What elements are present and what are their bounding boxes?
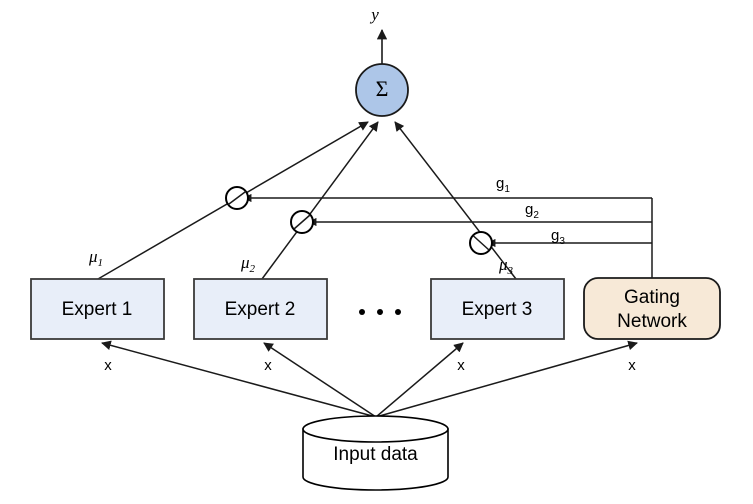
mu-2-symbol: μ [240,253,250,272]
expert-3-label: Expert 3 [462,299,533,320]
input-edge-expert-1 [101,340,377,418]
gating-network-label-line1: Gating [624,287,680,308]
gating-network-label-line2: Network [617,311,687,332]
ellipsis-dot-2 [377,309,383,315]
input-edge-expert-3 [375,342,464,418]
g-3-subscript: 3 [559,236,565,247]
summation-symbol: Σ [376,76,389,101]
gate-label-2: g2 [525,201,539,221]
mu-1-subscript: 1 [98,257,104,269]
mu-3-subscript: 3 [507,265,514,277]
g-2-symbol: g [525,201,533,218]
expert-2-label: Expert 2 [225,299,296,320]
expert-1-output-label: μ1 [88,247,103,269]
datastore-label: Input data [333,444,418,465]
expert-2-output-label: μ2 [240,253,256,275]
gate-label-3: g3 [551,227,565,247]
datastore-top [302,415,449,443]
expert-3-output-label: μ3 [498,255,514,277]
mu-1-symbol: μ [88,247,98,266]
g-3-symbol: g [551,227,559,244]
input-label-expert-1: x [104,357,112,374]
mu-2-subscript: 2 [250,263,256,275]
expert-1-label: Expert 1 [62,299,133,320]
ellipsis-dot-3 [395,309,401,315]
diagram-canvas: y μ1 μ2 μ3 g1 g2 g3 Σ Expert 1 Expert 2 … [0,0,753,504]
g-2-subscript: 2 [533,210,539,221]
gate-label-1: g1 [496,175,510,195]
input-label-expert-3: x [457,357,465,374]
input-label-expert-2: x [264,357,272,374]
expert-2-output-edge [261,121,379,280]
input-edge-expert-2 [263,342,377,418]
ellipsis-dot-1 [359,309,365,315]
output-label: y [369,5,379,24]
g-1-symbol: g [496,175,504,192]
input-label-gating: x [628,357,636,374]
mu-3-symbol: μ [498,255,508,274]
expert-3-output-edge [394,121,517,280]
mixture-of-experts-diagram: y μ1 μ2 μ3 g1 g2 g3 Σ Expert 1 Expert 2 … [30,5,721,491]
input-edge-gating [375,340,638,418]
g-1-subscript: 1 [504,184,510,195]
